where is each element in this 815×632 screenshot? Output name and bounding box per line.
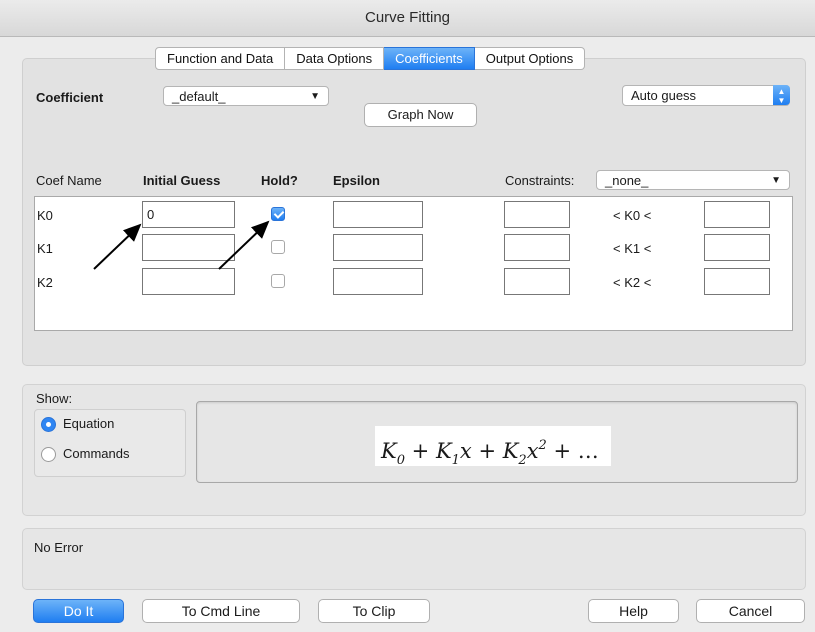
- do-it-button[interactable]: Do It: [33, 599, 124, 623]
- status-panel: [22, 528, 806, 590]
- arrow-to-initial-guess-icon: [93, 223, 142, 270]
- show-label: Show:: [36, 391, 73, 406]
- tab-output-options[interactable]: Output Options: [474, 47, 586, 70]
- equation-radio[interactable]: [41, 417, 56, 432]
- to-clip-button[interactable]: To Clip: [318, 599, 430, 623]
- commands-radio-label: Commands: [63, 446, 130, 461]
- tab-function-and-data[interactable]: Function and Data: [155, 47, 286, 70]
- tab-bar: Function and Data Data Options Coefficie…: [155, 47, 586, 70]
- commands-radio[interactable]: [41, 447, 56, 462]
- cancel-button[interactable]: Cancel: [696, 599, 805, 623]
- tab-data-options[interactable]: Data Options: [285, 47, 385, 70]
- help-button[interactable]: Help: [588, 599, 679, 623]
- equation-radio-label: Equation: [63, 416, 115, 431]
- equation-display: K0 + K1x + K2x2 + …: [196, 401, 798, 483]
- tab-coefficients[interactable]: Coefficients: [384, 47, 475, 70]
- to-cmd-line-button[interactable]: To Cmd Line: [142, 599, 300, 623]
- equation-text: K0 + K1x + K2x2 + …: [375, 426, 611, 468]
- arrow-to-hold-checkbox-icon: [218, 220, 270, 270]
- status-text: No Error: [34, 540, 84, 555]
